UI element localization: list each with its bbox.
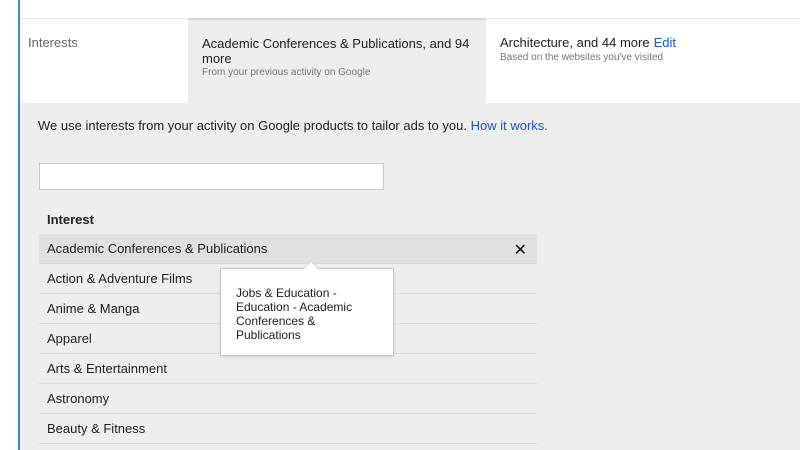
list-item-label: Arts & Entertainment (47, 361, 167, 376)
interest-column-header: Interest (47, 212, 94, 227)
interests-column-label: Interests (20, 18, 188, 103)
close-icon[interactable]: ✕ (514, 240, 527, 260)
websites-source-title-wrap: Architecture, and 44 more Edit (500, 35, 676, 50)
search-field[interactable] (39, 163, 384, 190)
list-item[interactable]: Beauty & Fitness (39, 414, 537, 444)
intro-text: We use interests from your activity on G… (38, 118, 548, 133)
google-activity-source-title: Academic Conferences & Publications, and… (202, 36, 470, 66)
list-item-label: Astronomy (47, 391, 110, 406)
list-item[interactable]: Academic Conferences & Publications ✕ (39, 234, 537, 264)
google-activity-source-subtitle: From your previous activity on Google (202, 67, 371, 78)
search-input[interactable] (40, 164, 383, 189)
list-item-label: Action & Adventure Films (47, 271, 193, 286)
list-item-label: Academic Conferences & Publications (47, 241, 268, 256)
interests-panel: We use interests from your activity on G… (20, 103, 800, 450)
edit-link[interactable]: Edit (654, 35, 676, 50)
interests-label: Interests (28, 35, 78, 50)
list-item[interactable]: Arts & Entertainment (39, 354, 537, 384)
intro-sentence: We use interests from your activity on G… (38, 118, 467, 133)
list-item[interactable]: Astronomy (39, 384, 537, 414)
websites-source-title: Architecture, and 44 more (500, 35, 650, 50)
tooltip-text: Jobs & Education - Education - Academic … (236, 286, 353, 342)
list-item-label: Anime & Manga (47, 301, 140, 316)
interest-category-tooltip: Jobs & Education - Education - Academic … (220, 261, 394, 356)
list-item-label: Apparel (47, 331, 92, 346)
interest-sources-header: Interests Academic Conferences & Publica… (20, 0, 800, 103)
websites-source-tab[interactable]: Architecture, and 44 more Edit Based on t… (486, 18, 800, 103)
list-item-label: Beauty & Fitness (47, 421, 146, 436)
how-it-works-link[interactable]: How it works. (471, 118, 548, 133)
websites-source-subtitle: Based on the websites you've visited (500, 52, 664, 63)
google-activity-source-tab[interactable]: Academic Conferences & Publications, and… (188, 18, 486, 103)
interests-frame: Interests Academic Conferences & Publica… (18, 0, 800, 450)
